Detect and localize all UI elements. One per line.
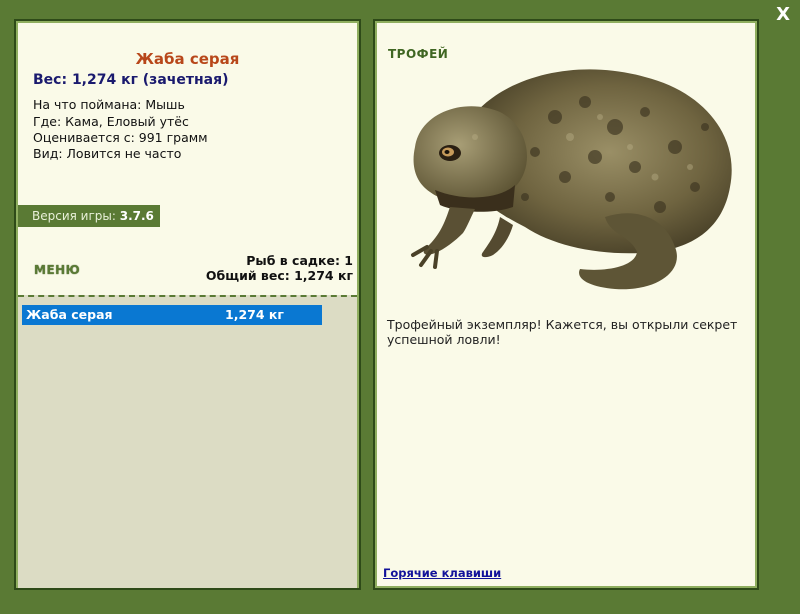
catch-list: Жаба серая 1,274 кг (18, 295, 357, 588)
version-badge: Версия игры: 3.7.6 (18, 205, 160, 227)
keep-summary: Рыб в садке: 1 Общий вес: 1,274 кг (206, 253, 353, 283)
toad-image (405, 57, 745, 297)
rarity-info: Вид: Ловится не часто (33, 146, 182, 161)
threshold-info: Оценивается с: 991 грамм (33, 130, 208, 145)
list-item-name: Жаба серая (26, 307, 113, 322)
fish-weight: Вес: 1,274 кг (зачетная) (33, 72, 229, 88)
trophy-message: Трофейный экземпляр! Кажется, вы открыли… (387, 317, 738, 347)
fish-name: Жаба серая (135, 50, 240, 68)
bait-info: На что поймана: Мышь (33, 97, 185, 112)
hotkeys-link[interactable]: Горячие клавиши (383, 566, 501, 580)
close-icon[interactable]: X (776, 4, 790, 26)
list-item[interactable]: Жаба серая 1,274 кг (22, 305, 322, 325)
list-item-weight: 1,274 кг (225, 307, 284, 322)
menu-button[interactable]: МЕНЮ (34, 263, 80, 277)
version-value: 3.7.6 (119, 209, 154, 223)
toad-illustration (411, 69, 732, 290)
version-label: Версия игры: (32, 209, 116, 223)
keep-count: Рыб в садке: 1 (246, 253, 353, 268)
location-info: Где: Кама, Еловый утёс (33, 114, 189, 129)
trophy-panel: ТРОФЕЙ Трофейный экземпляр! Кажется, вы … (373, 19, 759, 590)
fish-info-panel: Жаба серая Вес: 1,274 кг (зачетная) На ч… (14, 19, 361, 590)
keep-total-weight: Общий вес: 1,274 кг (205, 268, 353, 283)
